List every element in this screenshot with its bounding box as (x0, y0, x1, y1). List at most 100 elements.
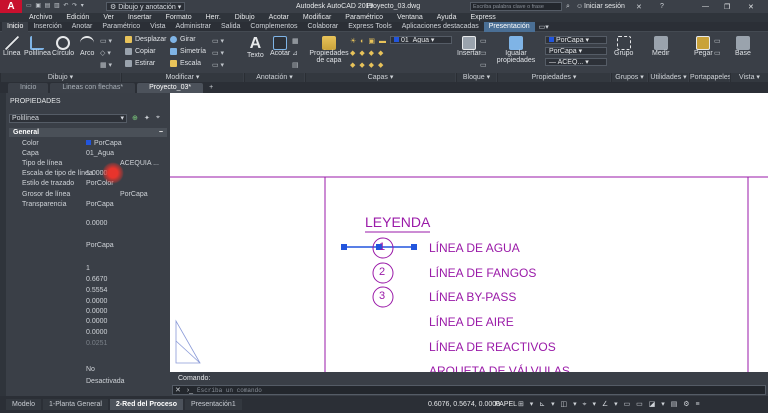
maximize-button[interactable]: ❐ (724, 3, 730, 11)
property-row[interactable]: Color PorCapa (0, 139, 170, 149)
quick-select-icon[interactable]: ⊕ (132, 114, 138, 122)
base-button[interactable]: Base (735, 36, 751, 57)
property-value[interactable]: PorCapa (86, 200, 114, 210)
layer-tools-icons[interactable]: ☀ ◐ ▣ ▬ ◆ ◆ ◆ ◆ ◆ ◆ ◆ ◆ (350, 36, 387, 72)
panel-dibujo[interactable]: Dibujo ▾ (0, 73, 120, 82)
property-extra-value[interactable]: 0.0000 (86, 318, 107, 325)
tab-salida[interactable]: Salida (216, 22, 245, 32)
close-icon[interactable]: ✕ (173, 387, 183, 394)
property-row[interactable]: Transparencia PorCapa (0, 200, 170, 210)
menu-express[interactable]: Express (463, 14, 502, 21)
panel-propiedades[interactable]: Propiedades ▾ (497, 73, 610, 82)
igualar-propiedades-button[interactable]: Igualar propiedades (497, 36, 535, 64)
panel-grupos[interactable]: Grupos ▾ (611, 73, 647, 82)
panel-bloque[interactable]: Bloque ▾ (456, 73, 496, 82)
doc-tab-inicio[interactable]: Inicio (8, 83, 49, 93)
menu-ayuda[interactable]: Ayuda (430, 14, 464, 21)
help-icon[interactable]: ? (660, 3, 664, 10)
tab-colaborar[interactable]: Colaborar (303, 22, 344, 32)
tab-vista[interactable]: Vista (145, 22, 170, 32)
insertar-button[interactable]: Insertar (457, 36, 481, 57)
property-value[interactable]: 01_Agua (86, 149, 114, 159)
panel-anotacion[interactable]: Anotación ▾ (244, 73, 304, 82)
grip-end[interactable] (411, 244, 417, 250)
layout-tab-planta-general[interactable]: 1-Planta General (42, 399, 108, 410)
search-field[interactable]: Escriba palabra clave o frase (470, 2, 562, 11)
ribbon-toggle-icon[interactable]: ▭▾ (539, 23, 549, 31)
close-button[interactable]: ✕ (748, 3, 754, 11)
search-icon[interactable]: ⌕ (566, 3, 570, 11)
texto-button[interactable]: A Texto (247, 36, 264, 60)
property-value[interactable]: PorCapa (86, 139, 122, 149)
menu-edicion[interactable]: Edición (59, 14, 96, 21)
menu-acotar[interactable]: Acotar (262, 14, 296, 21)
workspace-dropdown[interactable]: ⚙ Dibujo y anotación ▾ (106, 2, 186, 11)
circulo-button[interactable]: Círculo (52, 36, 74, 57)
tab-complementos[interactable]: Complementos (245, 22, 302, 32)
quick-access-toolbar[interactable]: ▭ ▣ ▤ ▥ ↶ ↷ ▾ (26, 2, 102, 11)
block-tools-icons[interactable]: ▭ ▭ ▭ (480, 36, 487, 72)
section-general[interactable]: General − (9, 128, 167, 137)
new-tab-button[interactable]: + (205, 83, 217, 93)
panel-utilidades[interactable]: Utilidades ▾ (648, 73, 688, 82)
linetype-dropdown[interactable]: — ACEQ... ▾ (545, 58, 607, 66)
grupo-button[interactable]: Grupo (614, 36, 633, 57)
doc-tab-lineas-flechas[interactable]: Lineas con flechas* (50, 83, 136, 93)
menu-insertar[interactable]: Insertar (121, 14, 159, 21)
paper-space-toggle[interactable]: PAPEL (495, 401, 517, 408)
property-extra-value[interactable]: 0.0000 (86, 298, 107, 305)
draw-tools-icons[interactable]: ▭ ▾ ◇ ▾ ▦ ▾ (100, 36, 112, 72)
clipboard-tools-icons[interactable]: ▭ ▭ (714, 36, 721, 60)
doc-tab-proyecto-03[interactable]: Proyecto_03* (137, 83, 204, 93)
tab-aplicaciones-destacadas[interactable]: Aplicaciones destacadas (397, 22, 484, 32)
medir-button[interactable]: Medir (652, 36, 670, 57)
property-extra-value[interactable]: 0.5554 (86, 287, 107, 294)
simetria-button[interactable]: Simetría (170, 48, 206, 55)
coords-readout[interactable]: 0.6076, 0.5674, 0.0000 (428, 401, 500, 408)
grip-start[interactable] (341, 244, 347, 250)
panel-capas[interactable]: Capas ▾ (305, 73, 455, 82)
menu-archivo[interactable]: Archivo (22, 14, 59, 21)
drawing-canvas[interactable]: LEYENDA 1 2 3 LÍNEA DE AGUA LÍNEA DE FAN… (170, 93, 768, 372)
panel-vista[interactable]: Vista ▾ (730, 73, 768, 82)
menu-dibujo[interactable]: Dibujo (228, 14, 262, 21)
propiedades-capa-button[interactable]: Propiedades de capa (309, 36, 349, 64)
command-input-field[interactable]: ✕ ›_ Escriba un comando (172, 385, 766, 395)
menu-formato[interactable]: Formato (159, 14, 199, 21)
status-toggle-icons[interactable]: ⊞ ▾ ⊾ ▾ ◫ ▾ ⌖ ▾ ∠ ▾ ▭ ▭ ◪ ▾ ▤ ⚙ ≡ (518, 400, 702, 409)
layout-tab-red-proceso[interactable]: 2-Red del Proceso (109, 399, 183, 410)
property-extra-value[interactable]: 0.6670 (86, 276, 107, 283)
panel-modificar[interactable]: Modificar ▾ (121, 73, 243, 82)
property-extra-value[interactable]: No (86, 366, 95, 373)
property-row[interactable]: Estilo de trazado PorColor (0, 179, 170, 189)
signin-link[interactable]: Iniciar sesión (584, 3, 625, 10)
command-icon[interactable]: ›_ (185, 387, 195, 394)
select-objects-icon[interactable]: ✦ (144, 114, 150, 122)
autocad-logo[interactable]: A (0, 0, 22, 13)
tab-inicio[interactable]: Inicio (2, 21, 29, 32)
panel-portapapeles[interactable]: Portapapeles ▾ (689, 73, 731, 90)
pickadd-icon[interactable]: ⌖ (156, 114, 160, 122)
user-icon[interactable]: ☺ (576, 3, 583, 10)
property-row[interactable]: Capa 01_Agua (0, 149, 170, 159)
girar-button[interactable]: Girar (170, 36, 196, 43)
property-extra-value[interactable]: 0.0000 (86, 308, 107, 315)
linea-button[interactable]: Línea (3, 36, 21, 57)
annotation-tools-icons[interactable]: ▦ ⊿ ▤ (292, 36, 299, 72)
tab-anotar[interactable]: Anotar (67, 22, 98, 32)
lineweight-dropdown[interactable]: PorCapa ▾ (545, 47, 607, 55)
property-extra-value[interactable]: PorCapa (86, 242, 114, 249)
property-extra-value[interactable]: 0.0000 (86, 329, 107, 336)
copiar-button[interactable]: Copiar (125, 48, 156, 55)
tab-express-tools[interactable]: Express Tools (343, 22, 396, 32)
tab-insercion[interactable]: Inserción (28, 22, 66, 32)
pegar-button[interactable]: Pegar (694, 36, 713, 57)
desplazar-button[interactable]: Desplazar (125, 36, 167, 43)
polilinea-button[interactable]: Polilínea (24, 36, 51, 57)
escala-button[interactable]: Escala (170, 60, 201, 67)
menu-herr[interactable]: Herr. (199, 14, 228, 21)
property-row[interactable]: Tipo de línea ACEQUIA ... (0, 159, 170, 169)
tab-administrar[interactable]: Administrar (171, 22, 216, 32)
tab-presentacion[interactable]: Presentación (483, 21, 535, 32)
property-extra-value[interactable]: Desactivada (86, 378, 125, 385)
